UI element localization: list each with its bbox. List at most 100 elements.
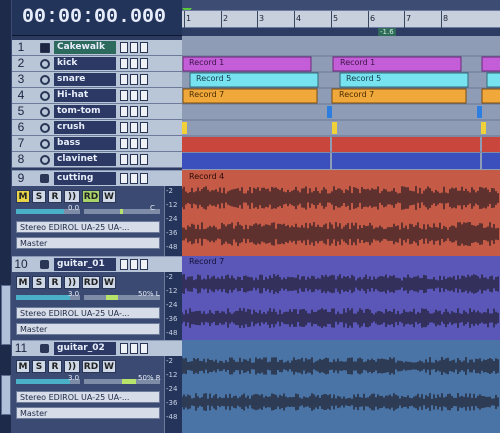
marker-label[interactable]: -1.6 [378, 28, 396, 36]
track-row-4[interactable]: 4 Hi-hat [12, 88, 182, 104]
input-echo-button[interactable]: )) [64, 190, 80, 203]
track-minimize-button[interactable] [130, 74, 138, 85]
track-name-field[interactable]: Cakewalk [54, 41, 116, 54]
track-restore-button[interactable] [140, 106, 148, 117]
ruler-marker-lane[interactable] [182, 0, 500, 10]
input-select[interactable]: Stereo EDIROL UA-25 UA-... [16, 221, 160, 233]
audio-track-header[interactable]: 9 cutting [12, 171, 182, 186]
track-name-field[interactable]: guitar_01 [54, 258, 116, 271]
track-minimize-button[interactable] [130, 154, 138, 165]
track-name-field[interactable]: snare [54, 73, 116, 86]
read-automation-button[interactable]: RD [82, 190, 100, 203]
track-menu-button[interactable] [120, 138, 128, 149]
clip-label[interactable]: Record 7 [186, 90, 224, 104]
track-name-field[interactable]: kick [54, 57, 116, 70]
track-minimize-button[interactable] [130, 122, 138, 133]
track-name-field[interactable]: crush [54, 121, 116, 134]
write-automation-button[interactable]: W [102, 190, 116, 203]
track-menu-button[interactable] [120, 106, 128, 117]
ruler-scale[interactable]: 1 2 3 4 5 6 7 8 [182, 10, 500, 29]
track-menu-button[interactable] [120, 42, 128, 53]
pan-slider-fill[interactable] [122, 379, 136, 384]
track-restore-button[interactable] [140, 259, 148, 270]
track-row-1[interactable]: 1 Cakewalk [12, 40, 182, 56]
clip-label[interactable]: Record 5 [193, 74, 231, 88]
track-row-7[interactable]: 7 bass [12, 136, 182, 152]
mute-button[interactable]: M [16, 276, 30, 289]
track-menu-button[interactable] [120, 90, 128, 101]
track-name-field[interactable]: guitar_02 [54, 342, 116, 355]
clip-label[interactable]: Record 4 [186, 172, 224, 186]
track-menu-button[interactable] [120, 173, 128, 184]
track-minimize-button[interactable] [130, 42, 138, 53]
track-name-field[interactable]: Hi-hat [54, 89, 116, 102]
output-select[interactable]: Master [16, 323, 160, 335]
pan-slider-knob[interactable] [120, 209, 123, 214]
track-row-8[interactable]: 8 clavinet [12, 152, 182, 168]
track-restore-button[interactable] [140, 343, 148, 354]
track-minimize-button[interactable] [130, 173, 138, 184]
solo-button[interactable]: S [32, 360, 46, 373]
mute-button[interactable]: M [16, 190, 30, 203]
track-name-field[interactable]: cutting [54, 172, 116, 185]
track-menu-button[interactable] [120, 259, 128, 270]
input-select[interactable]: Stereo EDIROL UA-25 UA-... [16, 307, 160, 319]
track-restore-button[interactable] [140, 90, 148, 101]
clip-label[interactable]: Record 7 [186, 257, 224, 271]
track-name-field[interactable]: bass [54, 137, 116, 150]
track-name-field[interactable]: tom-tom [54, 105, 116, 118]
track-row-3[interactable]: 3 snare [12, 72, 182, 88]
track-minimize-button[interactable] [130, 90, 138, 101]
side-scroll-handle-2[interactable] [1, 375, 11, 415]
read-automation-button[interactable]: RD [82, 360, 100, 373]
output-select[interactable]: Master [16, 407, 160, 419]
track-minimize-button[interactable] [130, 259, 138, 270]
input-echo-button[interactable]: )) [64, 360, 80, 373]
track-menu-button[interactable] [120, 343, 128, 354]
track-minimize-button[interactable] [130, 106, 138, 117]
track-minimize-button[interactable] [130, 138, 138, 149]
volume-slider-fill[interactable] [16, 209, 64, 214]
volume-slider-fill[interactable] [16, 295, 70, 300]
record-arm-button[interactable]: R [48, 276, 62, 289]
clip-label[interactable]: Record 1 [337, 58, 375, 72]
write-automation-button[interactable]: W [102, 276, 116, 289]
track-menu-button[interactable] [120, 154, 128, 165]
volume-slider-fill[interactable] [16, 379, 70, 384]
track-restore-button[interactable] [140, 42, 148, 53]
track-name-field[interactable]: clavinet [54, 153, 116, 166]
record-arm-button[interactable]: R [48, 360, 62, 373]
track-row-2[interactable]: 2 kick [12, 56, 182, 72]
audio-track-header[interactable]: 11 guitar_02 [12, 341, 182, 356]
record-arm-button[interactable]: R [48, 190, 62, 203]
track-restore-button[interactable] [140, 173, 148, 184]
solo-button[interactable]: S [32, 190, 46, 203]
track-row-6[interactable]: 6 crush [12, 120, 182, 136]
audio-track-header[interactable]: 10 guitar_01 [12, 257, 182, 272]
track-restore-button[interactable] [140, 154, 148, 165]
track-minimize-button[interactable] [130, 343, 138, 354]
mute-button[interactable]: M [16, 360, 30, 373]
track-restore-button[interactable] [140, 58, 148, 69]
track-restore-button[interactable] [140, 74, 148, 85]
output-select[interactable]: Master [16, 237, 160, 249]
track-row-5[interactable]: 5 tom-tom [12, 104, 182, 120]
clips-pane[interactable]: Record 1 Record 1 Record 5 Record 5 Reco… [181, 36, 500, 433]
solo-button[interactable]: S [32, 276, 46, 289]
track-minimize-button[interactable] [130, 58, 138, 69]
clip-label[interactable]: Record 7 [336, 90, 374, 104]
input-select[interactable]: Stereo EDIROL UA-25 UA-... [16, 391, 160, 403]
write-automation-button[interactable]: W [102, 360, 116, 373]
pan-slider-fill[interactable] [106, 295, 118, 300]
clip-label[interactable]: Record 5 [343, 74, 381, 88]
read-automation-button[interactable]: RD [82, 276, 100, 289]
clip-label[interactable]: Record 1 [186, 58, 224, 72]
timeline-ruler[interactable]: 1 2 3 4 5 6 7 8 -1.6 [182, 0, 500, 36]
track-restore-button[interactable] [140, 122, 148, 133]
track-restore-button[interactable] [140, 138, 148, 149]
track-menu-button[interactable] [120, 122, 128, 133]
track-menu-button[interactable] [120, 58, 128, 69]
side-scroll-handle[interactable] [1, 285, 11, 345]
input-echo-button[interactable]: )) [64, 276, 80, 289]
track-menu-button[interactable] [120, 74, 128, 85]
